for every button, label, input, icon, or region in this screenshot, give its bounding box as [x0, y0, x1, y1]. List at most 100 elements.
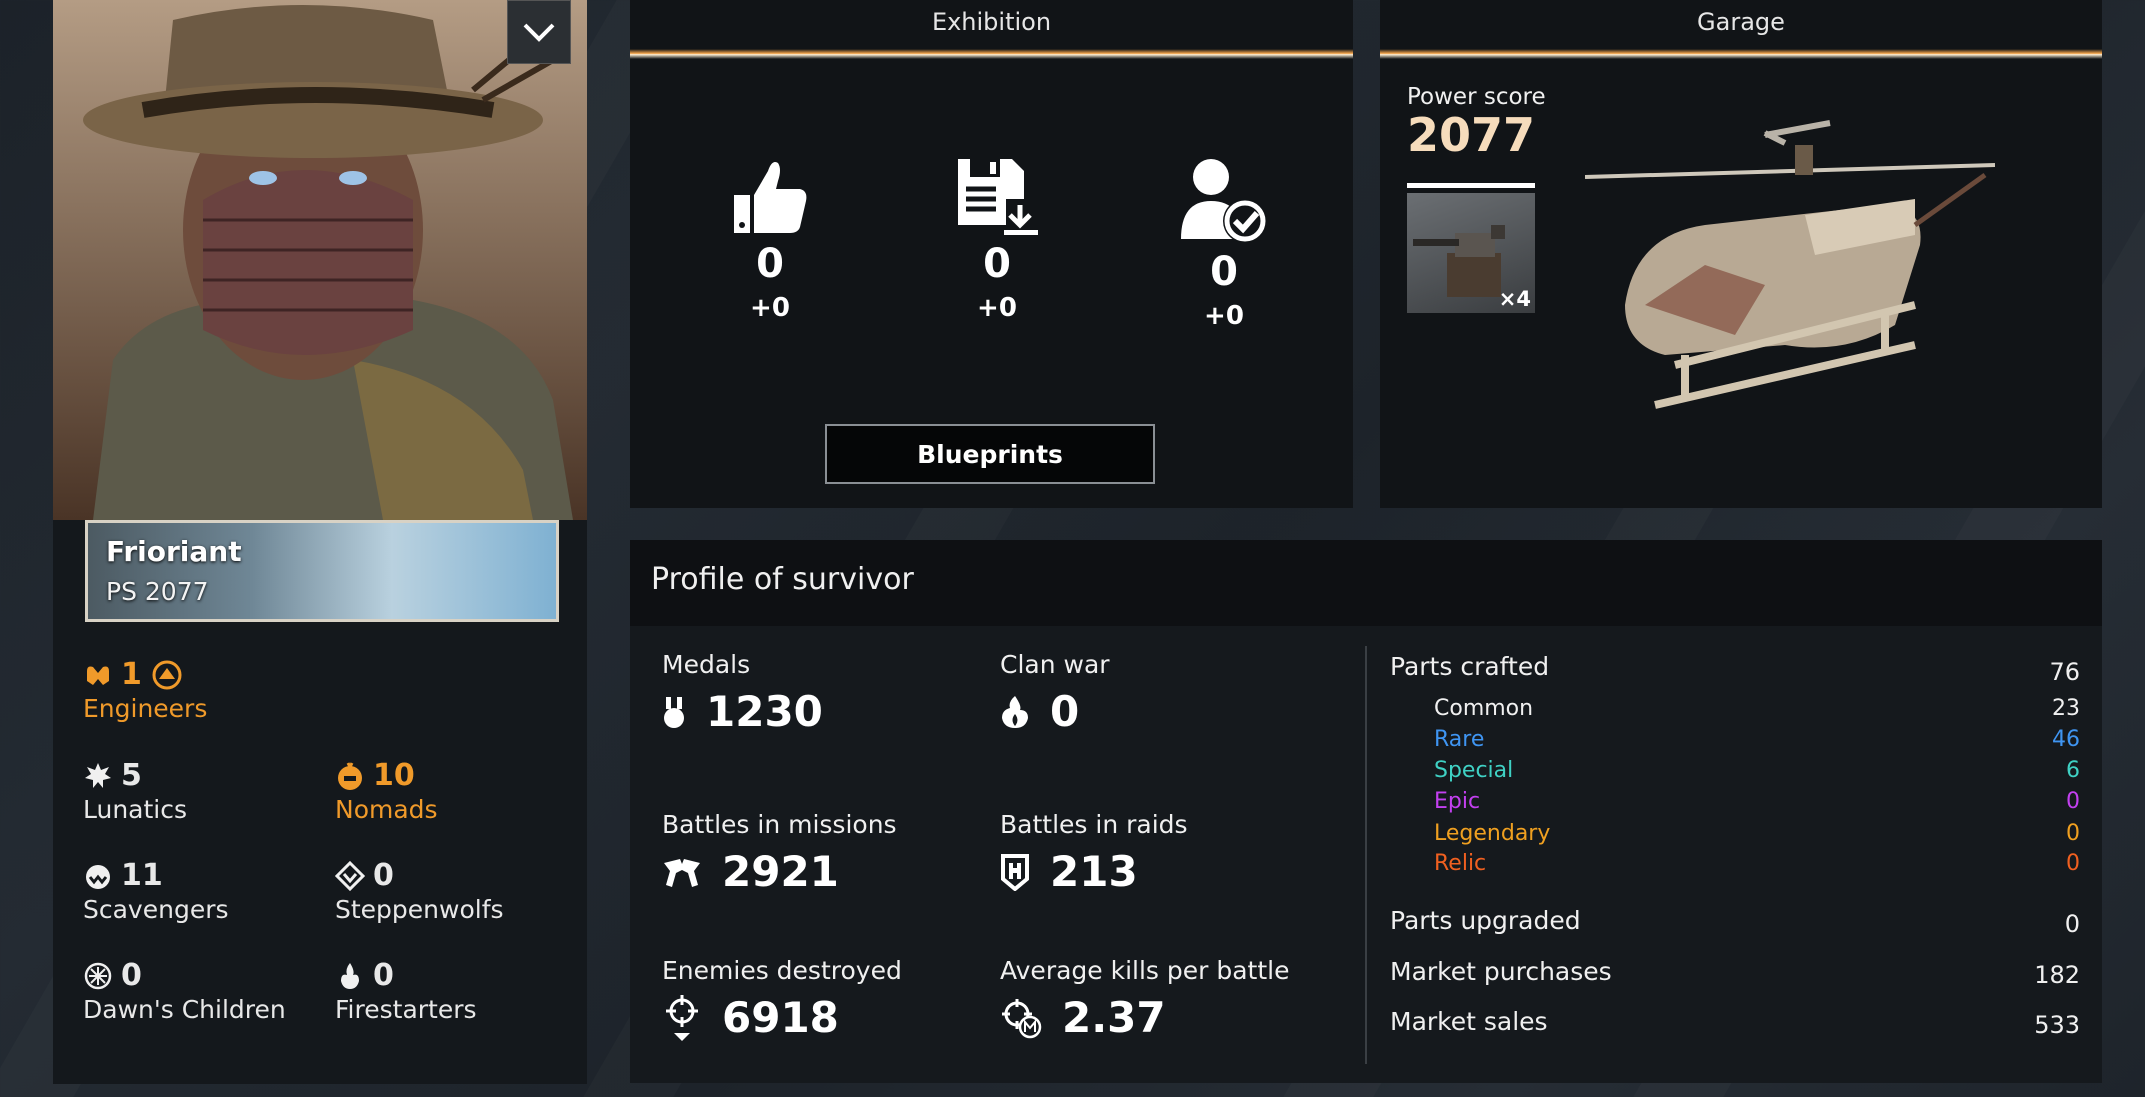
- dawns-children-label: Dawn's Children: [83, 995, 286, 1024]
- scavengers-value: 11: [121, 858, 163, 893]
- faction-scavengers: 11 Scavengers: [83, 858, 229, 924]
- rarity-epic-value: 0: [2066, 789, 2080, 814]
- downloads-delta: +0: [977, 293, 1017, 323]
- nameplate: Frioriant PS 2077: [85, 520, 559, 622]
- market-purchases-label: Market purchases: [1390, 957, 1612, 986]
- faction-dawns-children: 0 Dawn's Children: [83, 958, 286, 1024]
- exhibition-title: Exhibition: [931, 8, 1052, 36]
- blueprints-button[interactable]: Blueprints: [825, 424, 1155, 484]
- steppenwolfs-icon: [335, 860, 365, 891]
- flame-icon: [1002, 695, 1028, 728]
- rarity-rare-value: 46: [2052, 727, 2080, 752]
- clan-war-value: 0: [1050, 687, 1080, 736]
- profile-header: Profile of survivor: [630, 540, 2102, 626]
- garage-title: Garage: [1697, 8, 1785, 36]
- user-check-icon: [1181, 159, 1267, 243]
- lunatics-value: 5: [121, 758, 142, 793]
- firestarters-label: Firestarters: [335, 995, 477, 1024]
- missions-stat: Battles in missions 2921: [662, 810, 897, 896]
- weapon-count: ×4: [1498, 287, 1531, 311]
- rarity-row: Special 6: [1434, 758, 2080, 783]
- crosshair-average-icon: [1002, 998, 1042, 1038]
- enemies-label: Enemies destroyed: [662, 956, 902, 985]
- power-score-underline: [1407, 183, 1535, 188]
- missions-value: 2921: [722, 847, 839, 896]
- title-glow-divider: [630, 49, 1353, 59]
- firestarters-value: 0: [373, 958, 394, 993]
- nomads-value: 10: [373, 758, 415, 793]
- collapse-button[interactable]: [507, 0, 571, 64]
- rarity-special-label: Special: [1434, 758, 1514, 783]
- market-sales-label: Market sales: [1390, 1007, 1548, 1036]
- power-score-value: 2077: [1407, 108, 1536, 162]
- downloads-value: 0: [983, 241, 1011, 287]
- faction-firestarters: 0 Firestarters: [335, 958, 477, 1024]
- rank-emblem-icon: [152, 660, 182, 689]
- faction-nomads: 10 Nomads: [335, 758, 438, 824]
- medals-stat: Medals 1230: [662, 650, 823, 736]
- rarity-row: Epic 0: [1434, 789, 2080, 814]
- rarity-legendary-value: 0: [2066, 821, 2080, 846]
- raid-shield-icon: [1001, 853, 1029, 891]
- player-portrait: [53, 0, 587, 520]
- rarity-row: Legendary 0: [1434, 821, 2080, 846]
- avg-kills-stat: Average kills per battle 2.37: [1000, 956, 1290, 1042]
- rarity-legendary-label: Legendary: [1434, 821, 1551, 846]
- rarity-rare-label: Rare: [1434, 727, 1485, 752]
- raids-value: 213: [1050, 847, 1138, 896]
- avg-kills-value: 2.37: [1062, 993, 1166, 1042]
- chevron-down-icon: [523, 23, 555, 42]
- rarity-relic-value: 0: [2066, 851, 2080, 876]
- player-card: Frioriant PS 2077 1 Engineers 5 Lunatics: [53, 0, 587, 1084]
- scavengers-label: Scavengers: [83, 895, 229, 924]
- medals-value: 1230: [706, 687, 823, 736]
- nomads-icon: [338, 761, 362, 790]
- likes-delta: +0: [750, 293, 790, 323]
- faction-lunatics: 5 Lunatics: [83, 758, 187, 824]
- scavengers-icon: [86, 864, 110, 889]
- player-name: Frioriant: [106, 535, 242, 568]
- enemies-value: 6918: [722, 993, 839, 1042]
- faction-engineers: 1 Engineers: [83, 657, 207, 723]
- market-sales-row: Market sales 533: [1390, 1007, 2080, 1039]
- steppenwolfs-label: Steppenwolfs: [335, 895, 504, 924]
- clan-war-stat: Clan war 0: [1000, 650, 1110, 736]
- power-score-label: Power score: [1407, 84, 1546, 110]
- crosshair-icon: [666, 994, 698, 1041]
- missions-label: Battles in missions: [662, 810, 897, 839]
- rarity-common-label: Common: [1434, 696, 1534, 721]
- garage-panel: Garage Power score 2077 ×4: [1380, 0, 2102, 508]
- weapon-slot[interactable]: ×4: [1407, 193, 1535, 313]
- exhibition-panel: Exhibition 0 +0 0 +0 0 +0 Blueprints: [630, 0, 1353, 508]
- rarity-special-value: 6: [2066, 758, 2080, 783]
- thumbs-up-icon: [734, 162, 807, 233]
- profile-stats-panel: Medals 1230 Clan war 0 Battles in missio…: [630, 626, 2102, 1083]
- engineers-label: Engineers: [83, 694, 208, 723]
- parts-upgraded-row: Parts upgraded 0: [1390, 906, 2080, 938]
- engineers-level: 1: [121, 657, 142, 692]
- subscribers-delta: +0: [1204, 301, 1244, 331]
- faction-steppenwolfs: 0 Steppenwolfs: [335, 858, 504, 924]
- likes-value: 0: [756, 241, 784, 287]
- avg-kills-label: Average kills per battle: [1000, 956, 1290, 985]
- market-purchases-row: Market purchases 182: [1390, 957, 2080, 989]
- downloads-stat: 0 +0: [917, 155, 1077, 323]
- engineers-icon: [87, 666, 109, 685]
- enemies-stat: Enemies destroyed 6918: [662, 956, 902, 1042]
- parts-upgraded-label: Parts upgraded: [1390, 906, 1581, 935]
- rarity-row: Common 23: [1434, 696, 2080, 721]
- market-purchases-value: 182: [2034, 961, 2080, 989]
- nomads-label: Nomads: [335, 795, 438, 824]
- clan-war-label: Clan war: [1000, 650, 1110, 679]
- parts-crafted-row: Parts crafted 76: [1390, 652, 2080, 686]
- lunatics-icon: [85, 762, 111, 788]
- subscribers-stat: 0 +0: [1144, 155, 1304, 331]
- steppenwolfs-value: 0: [373, 858, 394, 893]
- likes-stat: 0 +0: [690, 155, 850, 323]
- parts-crafted-label: Parts crafted: [1390, 652, 1550, 681]
- rarity-row: Relic 0: [1434, 851, 2080, 876]
- rarity-row: Rare 46: [1434, 727, 2080, 752]
- rarity-relic-label: Relic: [1434, 851, 1487, 876]
- save-download-icon: [958, 159, 1038, 235]
- raids-label: Battles in raids: [1000, 810, 1188, 839]
